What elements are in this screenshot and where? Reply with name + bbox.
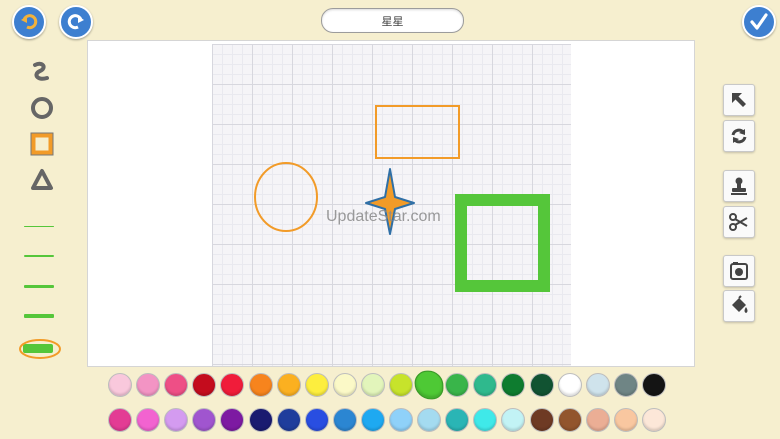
color-swatch[interactable] — [332, 373, 357, 397]
color-swatch[interactable] — [276, 373, 301, 397]
color-swatch[interactable] — [641, 408, 666, 432]
color-swatch[interactable] — [501, 408, 526, 432]
freehand-icon — [33, 61, 49, 81]
color-swatch[interactable] — [220, 373, 245, 397]
circle-tool[interactable] — [27, 94, 57, 122]
color-swatch[interactable] — [192, 373, 217, 397]
color-swatch[interactable] — [585, 373, 610, 397]
camera-icon — [730, 262, 748, 280]
drawing-title-field[interactable]: 星星 — [321, 8, 464, 33]
line-width-5-selected[interactable] — [18, 338, 62, 360]
fill-tool-button[interactable] — [723, 290, 755, 322]
color-swatch[interactable] — [332, 408, 357, 432]
rectangle-tool[interactable] — [27, 130, 57, 158]
grid-canvas[interactable] — [212, 44, 571, 366]
drawing-board[interactable] — [87, 40, 695, 367]
color-swatch[interactable] — [529, 408, 554, 432]
selection-ring-icon — [19, 339, 61, 359]
line-width-2[interactable] — [24, 255, 54, 257]
color-swatch[interactable] — [164, 408, 189, 432]
color-swatch[interactable] — [164, 373, 189, 397]
color-swatch[interactable] — [248, 373, 273, 397]
color-swatch[interactable] — [585, 408, 610, 432]
color-swatch[interactable] — [417, 408, 442, 432]
color-swatch[interactable] — [304, 408, 329, 432]
undo-button[interactable] — [12, 5, 46, 39]
color-swatch[interactable] — [445, 408, 470, 432]
rotate-icon — [731, 128, 747, 144]
color-swatch[interactable] — [220, 408, 245, 432]
color-swatch[interactable] — [473, 373, 498, 397]
color-swatch[interactable] — [192, 408, 217, 432]
rectangle-icon — [30, 132, 54, 156]
redo-icon — [67, 14, 84, 30]
drawing-title: 星星 — [381, 14, 404, 28]
select-arrow-icon — [732, 93, 746, 107]
check-icon — [750, 13, 768, 30]
color-swatch[interactable] — [136, 373, 161, 397]
redo-button[interactable] — [59, 5, 93, 39]
color-swatch[interactable] — [136, 408, 161, 432]
line-width-3[interactable] — [24, 285, 54, 288]
color-swatch[interactable] — [389, 373, 413, 397]
fill-bucket-icon — [732, 295, 748, 313]
color-swatch[interactable] — [641, 373, 666, 397]
select-tool-button[interactable] — [723, 84, 755, 116]
color-swatch[interactable] — [613, 408, 638, 432]
color-palette — [106, 370, 676, 435]
confirm-button[interactable] — [742, 5, 776, 39]
color-swatch[interactable] — [304, 373, 329, 397]
color-swatch[interactable] — [389, 408, 413, 432]
color-swatch[interactable] — [529, 373, 554, 397]
color-swatch[interactable] — [360, 373, 385, 397]
color-swatch[interactable] — [445, 373, 470, 397]
camera-tool-button[interactable] — [723, 255, 755, 287]
watermark: UpdateStar.com — [326, 208, 441, 225]
color-swatch[interactable] — [473, 408, 498, 432]
color-swatch[interactable] — [501, 373, 526, 397]
scissors-tool-button[interactable] — [723, 206, 755, 238]
color-swatch[interactable] — [613, 373, 638, 397]
undo-icon — [21, 14, 38, 30]
color-swatch[interactable] — [557, 373, 582, 397]
color-swatch[interactable] — [557, 408, 582, 432]
stamp-tool-button[interactable] — [723, 170, 755, 202]
triangle-icon — [31, 169, 53, 190]
color-swatch[interactable] — [248, 408, 273, 432]
scissors-icon — [729, 213, 748, 231]
circle-icon — [31, 97, 53, 119]
color-swatch[interactable] — [414, 370, 444, 400]
stamp-icon — [731, 177, 747, 195]
rotate-tool-button[interactable] — [723, 120, 755, 152]
color-swatch[interactable] — [360, 408, 385, 432]
line-width-1[interactable] — [24, 226, 54, 227]
color-swatch[interactable] — [276, 408, 301, 432]
color-swatch[interactable] — [108, 408, 132, 432]
color-swatch[interactable] — [108, 373, 132, 397]
freehand-tool[interactable] — [27, 58, 57, 86]
line-width-4[interactable] — [24, 314, 54, 318]
triangle-tool[interactable] — [27, 166, 57, 194]
